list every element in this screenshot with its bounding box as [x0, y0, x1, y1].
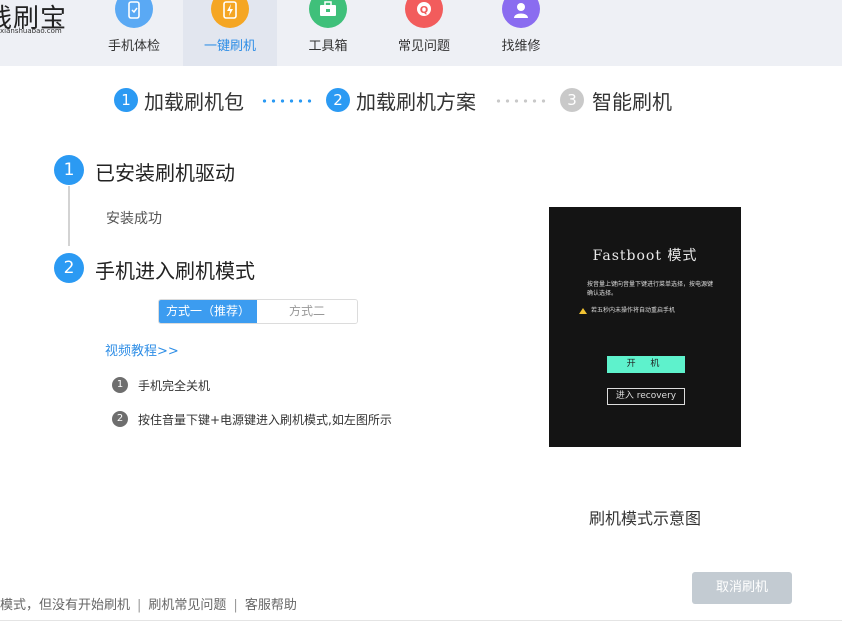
preview-recovery-button: 进入 recovery — [607, 388, 685, 405]
step-connector — [494, 99, 548, 103]
nav-item-repair[interactable]: 找维修 — [474, 0, 568, 66]
preview-warning-text: 若五秒内未操作将自动重启手机 — [591, 307, 676, 314]
procedure-step-title: 已安装刷机驱动 — [95, 161, 235, 185]
toolbox-icon — [309, 0, 347, 28]
step-number: 3 — [560, 88, 584, 112]
nav-item-phone-check[interactable]: 手机体检 — [87, 0, 181, 66]
preview-description: 按音量上键向音量下键进行菜单选择，按电源键确认选择。 — [587, 281, 714, 297]
instruction-text: 手机完全关机 — [138, 379, 211, 393]
tab-method-two[interactable]: 方式二 — [257, 300, 357, 323]
procedure-step-number: 1 — [54, 155, 84, 185]
progress-steps: 1 加载刷机包 2 加载刷机方案 3 智能刷机 — [0, 84, 842, 116]
flash-icon — [211, 0, 249, 28]
method-tabs: 方式一（推荐） 方式二 — [158, 299, 358, 324]
footer-separator: | — [137, 598, 142, 613]
footer-separator: | — [233, 598, 238, 613]
step-connector — [260, 99, 314, 103]
nav-label: 一键刷机 — [203, 39, 256, 54]
procedure-connector-line — [68, 186, 70, 246]
step-label: 加载刷机方案 — [356, 90, 476, 114]
nav-label: 找维修 — [501, 39, 541, 54]
nav-item-one-click-flash[interactable]: 一键刷机 — [183, 0, 277, 66]
phone-check-icon — [115, 0, 153, 28]
footer-divider — [0, 620, 842, 621]
footer-help-links: 模式，但没有开始刷机 | 刷机常见问题 | 客服帮助 — [0, 594, 297, 613]
instruction-text: 按住音量下键+电源键进入刷机模式,如左图所示 — [138, 413, 392, 427]
driver-status-text: 安装成功 — [106, 211, 162, 227]
fastboot-preview-image: Fastboot 模式 按音量上键向音量下键进行菜单选择，按电源键确认选择。 若… — [549, 207, 741, 447]
nav-item-toolbox[interactable]: 工具箱 — [281, 0, 375, 66]
instruction-number: 2 — [112, 411, 128, 427]
footer-text: 模式，但没有开始刷机 — [0, 598, 131, 613]
top-navigation-bar: 线刷宝 xianshuabao.com 手机体检 一键刷机 工具箱 Q 常见问题… — [0, 0, 842, 66]
tab-method-one[interactable]: 方式一（推荐） — [159, 300, 257, 323]
warning-icon — [579, 307, 587, 314]
preview-start-button: 开 机 — [607, 356, 685, 373]
logo-domain: xianshuabao.com — [0, 27, 62, 35]
repair-icon — [502, 0, 540, 28]
question-icon: Q — [405, 0, 443, 28]
preview-title: Fastboot 模式 — [592, 248, 698, 264]
app-logo: 线刷宝 xianshuabao.com — [0, 0, 70, 66]
procedure-step-number: 2 — [54, 253, 84, 283]
step-label: 智能刷机 — [592, 90, 672, 114]
customer-help-link[interactable]: 客服帮助 — [245, 598, 297, 613]
video-tutorial-link[interactable]: 视频教程>> — [105, 340, 179, 359]
nav-label: 常见问题 — [397, 39, 450, 54]
cancel-flash-button[interactable]: 取消刷机 — [692, 572, 792, 604]
step-label: 加载刷机包 — [144, 90, 244, 114]
step-number: 1 — [114, 88, 138, 112]
flash-faq-link[interactable]: 刷机常见问题 — [148, 598, 226, 613]
nav-item-faq[interactable]: Q 常见问题 — [377, 0, 471, 66]
nav-label: 手机体检 — [107, 39, 160, 54]
svg-text:Q: Q — [420, 5, 429, 16]
preview-warning: 若五秒内未操作将自动重启手机 — [579, 305, 675, 314]
procedure-step-title: 手机进入刷机模式 — [95, 259, 255, 283]
instruction-number: 1 — [112, 377, 128, 393]
nav-label: 工具箱 — [308, 39, 348, 54]
step-number: 2 — [326, 88, 350, 112]
preview-caption: 刷机模式示意图 — [588, 509, 701, 528]
